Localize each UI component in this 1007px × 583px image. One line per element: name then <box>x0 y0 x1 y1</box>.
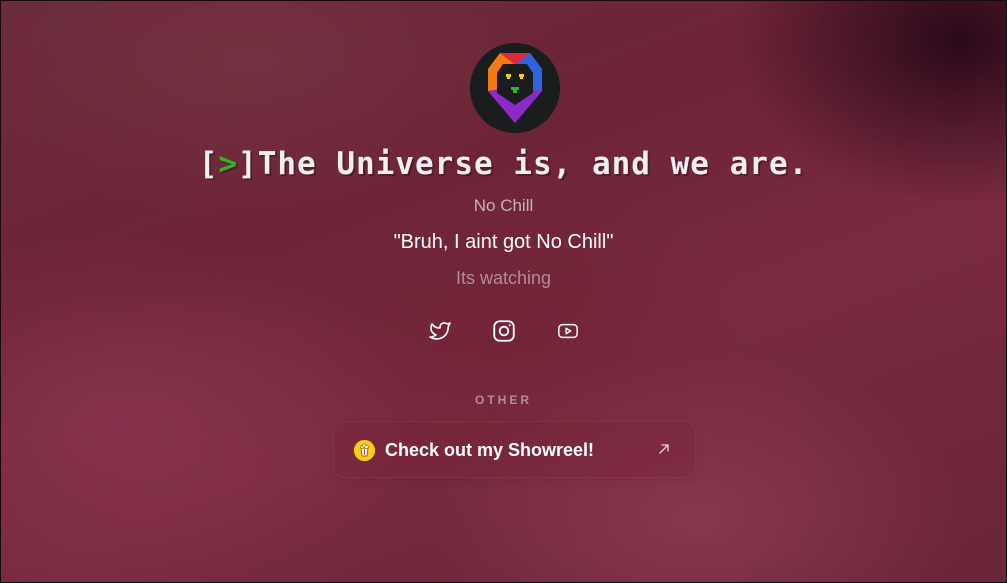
profile-tagline: Its watching <box>455 268 552 288</box>
popcorn-icon <box>354 440 375 461</box>
profile-quote: "Bruh, I aint got No Chill" <box>393 231 614 253</box>
instagram-icon <box>492 320 515 342</box>
profile-subtitle: No Chill <box>473 196 534 215</box>
title-prompt-arrow: > <box>218 146 239 182</box>
twitter-link[interactable] <box>426 317 454 345</box>
title-text: The Universe is, and we are. <box>257 146 809 182</box>
title-bracket-close: ] <box>238 146 258 182</box>
page-title: [>]The Universe is, and we are. <box>0 146 1007 182</box>
title-bracket-open: [ <box>198 146 219 182</box>
twitter-icon <box>428 322 451 340</box>
external-link-arrow-icon <box>659 444 669 454</box>
section-label-other: OTHER <box>475 393 532 407</box>
youtube-link[interactable] <box>554 317 582 345</box>
youtube-icon <box>557 323 578 339</box>
showreel-link-card[interactable]: Check out my Showreel! <box>333 421 696 478</box>
avatar <box>470 43 560 133</box>
instagram-link[interactable] <box>490 317 518 345</box>
showreel-link-label: Check out my Showreel! <box>385 440 595 460</box>
social-links <box>0 317 1007 345</box>
lion-head-logo-icon <box>470 43 560 133</box>
